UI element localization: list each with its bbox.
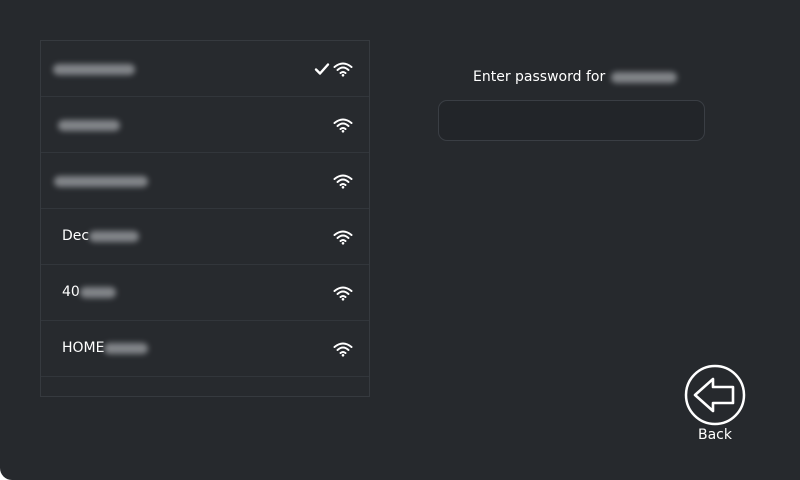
ssid-text: Dec bbox=[62, 228, 90, 244]
network-item-3[interactable] bbox=[41, 153, 369, 209]
password-prompt: Enter password for bbox=[473, 69, 677, 85]
network-item-6[interactable]: HOME bbox=[41, 321, 369, 377]
redacted-ssid bbox=[79, 286, 116, 298]
ssid-text: HOME bbox=[62, 340, 105, 356]
network-item-1[interactable] bbox=[41, 41, 369, 97]
wifi-icon bbox=[333, 62, 353, 77]
redacted-ssid bbox=[610, 71, 677, 83]
network-list: Dec 40 HOME bbox=[40, 40, 370, 397]
back-arrow-icon bbox=[684, 364, 746, 426]
password-prompt-text: Enter password for bbox=[473, 69, 606, 85]
redacted-ssid bbox=[104, 342, 149, 354]
back-button[interactable]: Back bbox=[684, 364, 746, 450]
redacted-ssid bbox=[58, 120, 120, 131]
check-icon bbox=[314, 63, 330, 75]
redacted-ssid bbox=[54, 176, 148, 187]
network-item-5[interactable]: 40 bbox=[41, 265, 369, 321]
redacted-ssid bbox=[53, 64, 135, 75]
network-item-4[interactable]: Dec bbox=[41, 209, 369, 265]
password-field[interactable] bbox=[438, 100, 705, 141]
network-item-2[interactable] bbox=[41, 97, 369, 153]
wifi-icon bbox=[333, 118, 353, 133]
wifi-icon bbox=[333, 230, 353, 245]
network-ssid-label: HOME bbox=[62, 340, 149, 356]
wifi-icon bbox=[333, 286, 353, 301]
back-label: Back bbox=[698, 427, 732, 443]
wifi-icon bbox=[333, 342, 353, 357]
ssid-text: 40 bbox=[62, 284, 80, 300]
wifi-icon bbox=[333, 174, 353, 189]
network-ssid-label: Dec bbox=[62, 228, 140, 244]
network-ssid-label: 40 bbox=[62, 284, 116, 300]
redacted-ssid bbox=[89, 230, 140, 242]
wifi-settings-screen: Dec 40 HOME Enter password for Back bbox=[0, 0, 800, 480]
